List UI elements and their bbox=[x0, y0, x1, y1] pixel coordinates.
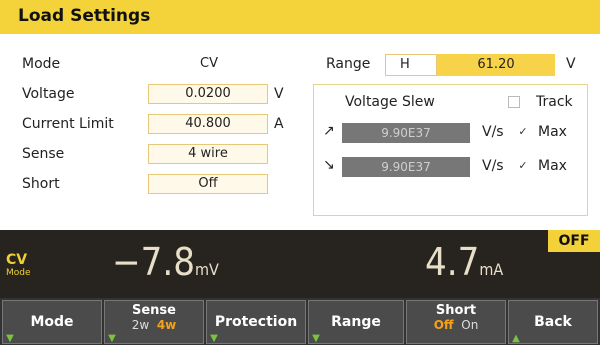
range-unit: V bbox=[566, 56, 576, 72]
short-field[interactable]: Off bbox=[148, 174, 268, 194]
fall-max-label: Max bbox=[538, 158, 567, 174]
mode-badge: CV Mode bbox=[6, 252, 34, 292]
mode-softkey-label: Mode bbox=[30, 314, 74, 330]
mode-softkey[interactable]: Mode ▼ bbox=[2, 300, 102, 344]
range-label: Range bbox=[326, 56, 371, 72]
mode-badge-value: CV bbox=[6, 252, 28, 268]
voltage-field[interactable]: 0.0200 bbox=[148, 84, 268, 104]
voltage-readout: −7.8mV bbox=[112, 240, 219, 284]
rise-slew-unit: V/s bbox=[482, 124, 504, 140]
output-state-badge: OFF bbox=[548, 230, 600, 252]
back-up-icon: ▲ bbox=[512, 333, 520, 344]
sense-label: Sense bbox=[22, 146, 65, 162]
voltage-label: Voltage bbox=[22, 86, 75, 102]
rise-slew-field[interactable]: 9.90E37 bbox=[342, 123, 470, 143]
current-limit-unit: A bbox=[274, 116, 284, 132]
current-limit-field[interactable]: 40.800 bbox=[148, 114, 268, 134]
sense-softkey-label: Sense bbox=[132, 303, 176, 318]
voltage-readout-unit: mV bbox=[195, 260, 219, 279]
protection-softkey[interactable]: Protection ▼ bbox=[206, 300, 306, 344]
softkey-down-icon: ▼ bbox=[210, 333, 218, 344]
fall-slew-unit: V/s bbox=[482, 158, 504, 174]
fall-slew-field[interactable]: 9.90E37 bbox=[342, 157, 470, 177]
measurement-bar: CV Mode −7.8mV 4.7mA OFF bbox=[0, 230, 600, 298]
track-label: Track bbox=[536, 94, 573, 110]
short-on-option: On bbox=[461, 318, 479, 332]
sense-4w-option: 4w bbox=[156, 318, 177, 332]
current-readout: 4.7mA bbox=[425, 240, 503, 284]
softkey-down-icon: ▼ bbox=[108, 333, 116, 344]
mode-badge-label: Mode bbox=[6, 268, 31, 278]
voltage-slew-group: Voltage Slew Track ↗ 9.90E37 V/s ✓ Max ↘… bbox=[313, 84, 588, 216]
track-checkbox[interactable] bbox=[508, 96, 520, 108]
range-selector[interactable]: H bbox=[385, 54, 437, 76]
softkey-down-icon: ▼ bbox=[312, 333, 320, 344]
voltage-unit: V bbox=[274, 86, 284, 102]
fall-max-checkbox[interactable]: ✓ bbox=[517, 160, 529, 173]
fall-arrow-icon: ↘ bbox=[323, 157, 335, 173]
rise-max-checkbox[interactable]: ✓ bbox=[517, 126, 529, 139]
range-softkey-label: Range bbox=[331, 314, 381, 330]
load-settings-screen: Load Settings Mode CV Voltage 0.0200 V C… bbox=[0, 0, 600, 345]
protection-softkey-label: Protection bbox=[214, 314, 298, 330]
rise-arrow-icon: ↗ bbox=[323, 123, 335, 139]
range-value[interactable]: 61.20 bbox=[437, 54, 555, 76]
page-title: Load Settings bbox=[18, 6, 151, 26]
mode-label: Mode bbox=[22, 56, 61, 72]
back-softkey[interactable]: Back ▲ bbox=[508, 300, 598, 344]
voltage-readout-value: −7.8 bbox=[112, 240, 195, 284]
sense-softkey[interactable]: Sense 2w 4w ▼ bbox=[104, 300, 204, 344]
range-softkey[interactable]: Range ▼ bbox=[308, 300, 404, 344]
short-label: Short bbox=[22, 176, 60, 192]
softkey-bar: Mode ▼ Sense 2w 4w ▼ Protection ▼ Range … bbox=[0, 298, 600, 345]
short-softkey[interactable]: Short Off On bbox=[406, 300, 506, 344]
title-bar: Load Settings bbox=[0, 0, 600, 34]
current-readout-value: 4.7 bbox=[425, 240, 480, 284]
sense-2w-option: 2w bbox=[131, 318, 150, 332]
voltage-slew-label: Voltage Slew bbox=[345, 94, 435, 110]
current-limit-label: Current Limit bbox=[22, 116, 114, 132]
settings-panel: Mode CV Voltage 0.0200 V Current Limit 4… bbox=[0, 34, 600, 230]
short-off-option: Off bbox=[433, 318, 454, 332]
mode-value: CV bbox=[200, 56, 218, 71]
softkey-down-icon: ▼ bbox=[6, 333, 14, 344]
current-readout-unit: mA bbox=[479, 260, 504, 279]
short-softkey-label: Short bbox=[435, 303, 477, 318]
sense-field[interactable]: 4 wire bbox=[148, 144, 268, 164]
rise-max-label: Max bbox=[538, 124, 567, 140]
back-softkey-label: Back bbox=[534, 314, 572, 330]
